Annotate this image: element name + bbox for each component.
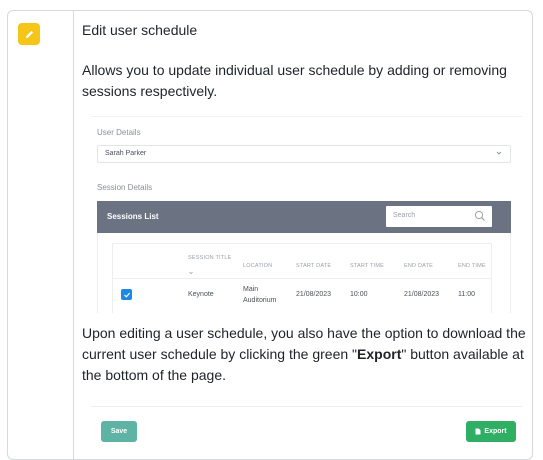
column-header-end-time: END TIME [458,263,486,269]
cell-end-date: 21/08/2023 [404,291,440,298]
edit-badge [18,23,40,45]
divider [91,116,522,117]
step-title: Edit user schedule [82,22,198,38]
export-instructions: Upon editing a user schedule, you also h… [82,323,530,386]
step-description: Allows you to update individual user sch… [82,62,507,99]
column-header-start-time: START TIME [350,263,384,269]
step-gutter [8,11,74,459]
search-icon [474,210,485,221]
sessions-list-title: Sessions List [107,212,159,221]
file-icon [475,428,481,435]
session-checkbox[interactable] [121,289,132,300]
export-button-label: Export [484,428,507,435]
buttons-screenshot: Save Export [91,401,522,459]
sessions-table-area: SESSION TITLE LOCATION START DATE START … [97,233,511,313]
column-header-start-date: START DATE [296,263,332,269]
sessions-list-header: Sessions List Search [97,201,511,233]
pencil-icon [25,30,33,38]
column-header-session-title[interactable]: SESSION TITLE [188,255,231,261]
export-button[interactable]: Export [466,421,516,442]
user-select[interactable]: Sarah Parker [97,145,511,163]
row-divider [113,278,491,279]
export-text-bold: Export [357,346,402,362]
sessions-table: SESSION TITLE LOCATION START DATE START … [112,243,492,313]
session-details-label: Session Details [97,183,153,192]
column-header-location: LOCATION [243,263,273,269]
step-card: Edit user schedule Allows you to update … [7,10,533,460]
search-input[interactable]: Search [386,206,492,227]
search-placeholder: Search [393,212,416,219]
column-header-end-date: END DATE [404,263,434,269]
save-button[interactable]: Save [101,421,137,442]
cell-location: Main Auditorium [243,286,277,304]
user-select-value: Sarah Parker [105,150,147,157]
cell-session-title: Keynote [188,291,214,298]
schedule-screenshot: User Details Sarah Parker Session Detail… [91,116,522,313]
chevron-down-icon [496,151,502,155]
user-details-label: User Details [97,128,141,137]
checkmark-icon [123,292,130,298]
cell-end-time: 11:00 [458,291,475,298]
sort-chevron-icon [189,271,193,275]
cell-start-date: 21/08/2023 [296,291,332,298]
divider [91,406,522,407]
cell-start-time: 10:00 [350,291,368,298]
